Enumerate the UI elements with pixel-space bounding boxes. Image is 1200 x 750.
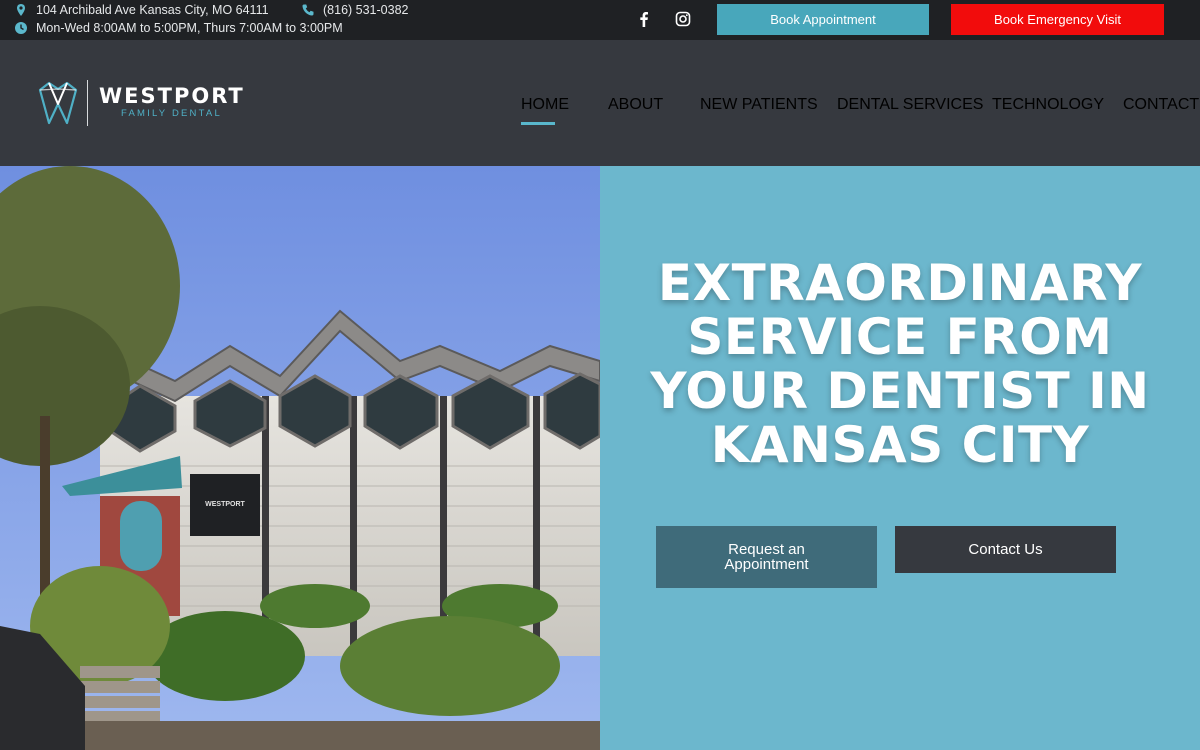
hero-headline: EXTRAORDINARY SERVICE FROM YOUR DENTIST …: [615, 256, 1185, 472]
site-logo[interactable]: WESTPORT FAMILY DENTAL: [37, 78, 257, 128]
logo-name: WESTPORT: [99, 84, 245, 108]
headline-line: YOUR DENTIST IN: [650, 362, 1150, 420]
map-pin-icon: [14, 3, 28, 17]
nav-technology[interactable]: TECHNOLOGY: [992, 96, 1104, 114]
site-header: WESTPORT FAMILY DENTAL HOME ABOUT NEW PA…: [0, 40, 1200, 166]
request-appointment-button[interactable]: Request an Appointment: [656, 526, 877, 588]
book-emergency-visit-button[interactable]: Book Emergency Visit: [951, 4, 1164, 35]
nav-active-indicator: [521, 122, 555, 125]
nav-contact[interactable]: CONTACT: [1123, 96, 1199, 114]
headline-line: SERVICE FROM: [687, 308, 1113, 366]
facebook-icon[interactable]: [637, 11, 651, 27]
hours-line: Mon-Wed 8:00AM to 5:00PM, Thurs 7:00AM t…: [14, 21, 343, 35]
clock-icon: [14, 21, 28, 35]
top-bar: 104 Archibald Ave Kansas City, MO 64111 …: [0, 0, 1200, 40]
phone-line[interactable]: (816) 531-0382: [301, 3, 408, 17]
logo-wordmark: WESTPORT FAMILY DENTAL: [99, 85, 245, 121]
tooth-logo-icon: [37, 80, 79, 126]
svg-text:WESTPORT: WESTPORT: [205, 501, 245, 508]
address-line: 104 Archibald Ave Kansas City, MO 64111: [14, 3, 269, 17]
nav-home[interactable]: HOME: [521, 96, 569, 114]
headline-line: KANSAS CITY: [710, 416, 1090, 474]
hours-text: Mon-Wed 8:00AM to 5:00PM, Thurs 7:00AM t…: [36, 21, 343, 35]
logo-divider: [87, 80, 88, 126]
address-text: 104 Archibald Ave Kansas City, MO 64111: [36, 3, 269, 17]
nav-new-patients[interactable]: NEW PATIENTS: [700, 96, 818, 114]
hero-panel: EXTRAORDINARY SERVICE FROM YOUR DENTIST …: [600, 166, 1200, 750]
phone-icon: [301, 3, 315, 17]
instagram-icon[interactable]: [675, 11, 691, 27]
nav-about[interactable]: ABOUT: [608, 96, 663, 114]
headline-line: EXTRAORDINARY: [657, 254, 1143, 312]
contact-us-button[interactable]: Contact Us: [895, 526, 1116, 573]
nav-dental-services[interactable]: DENTAL SERVICES: [837, 96, 983, 114]
book-appointment-button[interactable]: Book Appointment: [717, 4, 929, 35]
office-building-photo: WESTPORT: [0, 166, 600, 750]
logo-tagline: FAMILY DENTAL: [121, 108, 222, 119]
phone-text[interactable]: (816) 531-0382: [323, 3, 408, 17]
